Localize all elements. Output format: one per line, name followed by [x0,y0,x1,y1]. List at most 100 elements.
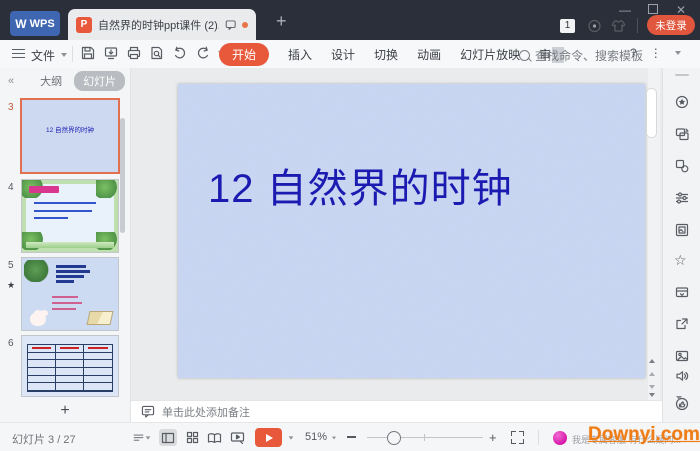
ribbon-tabs: 开始 插入 设计 切换 动画 幻灯片放映 审 [219,43,565,66]
maximize-icon [648,4,658,14]
assistant-icon[interactable] [553,431,567,445]
minimize-button[interactable]: — [614,2,636,18]
thumbnail-title-text: 12 自然界的时钟 [45,127,95,134]
fit-to-window-icon[interactable] [511,431,524,444]
collapse-ribbon-icon[interactable] [674,51,681,55]
tab-insert[interactable]: 插入 [288,46,312,63]
rail-collapse-chevron-icon[interactable] [676,396,682,418]
more-options-icon[interactable]: ⋮ [650,46,662,60]
slide-number: 3 [8,102,14,113]
tab-slides[interactable]: 幻灯片 [74,71,126,91]
play-icon [266,433,273,442]
ribbon-bar: 文件 开始 插入 设计 切换 动画 幻灯片放映 审 查找命令、搜索模板 ? ⋮ [0,40,700,69]
zoom-slider-midtick [424,434,425,441]
scroll-down-icon[interactable] [647,390,657,400]
reading-view-icon[interactable] [205,429,223,446]
shapes-icon[interactable] [674,158,690,174]
zoom-caret-icon[interactable] [331,436,337,440]
hamburger-menu-icon[interactable] [12,49,25,58]
file-caret-icon[interactable] [61,53,67,57]
undo-icon[interactable] [172,45,188,61]
right-toolbar: ☆ [662,68,700,422]
panel-header: « 大纲 幻灯片 [0,68,130,94]
help-button[interactable]: ? [630,46,637,60]
tab-transition[interactable]: 切换 [374,46,398,63]
slide-number: 5 [8,260,14,271]
notes-placeholder: 单击此处添加备注 [162,406,250,419]
tab-home[interactable]: 开始 [219,43,270,66]
slide-sorter-view-icon[interactable] [183,429,201,446]
notification-icon[interactable] [586,18,603,34]
zoom-slider-track[interactable] [367,437,483,438]
add-slide-button[interactable]: + [0,400,130,422]
template-badge-icon[interactable] [674,94,690,110]
audio-icon[interactable] [674,368,690,384]
material-box-icon[interactable] [674,284,690,300]
zoom-out-button[interactable] [347,436,356,438]
favorites-icon[interactable]: ☆ [674,252,687,268]
ribbon-right-controls: ? ⋮ [630,46,681,60]
background-icon[interactable] [674,222,690,238]
animation-star-icon: ★ [7,280,16,290]
slide-thumbnail-panel: « 大纲 幻灯片 3 12 自然界的时钟 4 5 ★ 6 + [0,68,131,422]
print-icon[interactable] [126,45,142,61]
zoom-slider-handle[interactable] [387,431,401,445]
new-tab-button[interactable]: + [276,12,287,30]
thumbnail-table [27,344,113,392]
slide-thumbnail-4[interactable] [22,180,118,252]
previous-slide-icon[interactable] [647,369,657,379]
tab-animation[interactable]: 动画 [417,46,441,63]
tab-outline[interactable]: 大纲 [40,73,62,89]
ribbon-separator [72,46,73,62]
wps-menu-button[interactable]: W WPS [10,11,60,36]
downyi-watermark: Downyi.com [588,424,700,445]
play-slideshow-button[interactable] [255,428,282,447]
slide-editor-area: 12 自然界的时钟 [131,68,662,400]
document-tab[interactable]: P 自然界的时钟ppt课件 (2).ppt [68,9,256,40]
tab-slideshow[interactable]: 幻灯片放映 [460,46,520,63]
rail-drag-handle[interactable] [675,74,689,76]
slide-counter: 幻灯片 3 / 27 [12,434,76,446]
main-scrollbar[interactable] [646,68,660,400]
normal-view-icon[interactable] [159,429,177,446]
notes-bubble-icon [141,405,155,418]
search-placeholder: 查找命令、搜索模板 [535,49,644,63]
message-count-badge[interactable]: 1 [560,19,575,33]
notes-toggle-icon[interactable] [133,429,151,446]
print-preview-icon[interactable] [149,45,165,61]
skin-theme-icon[interactable] [610,18,627,34]
export-icon[interactable] [103,45,119,61]
panel-scrollbar[interactable] [120,118,125,233]
wps-app-name: WPS [29,17,55,30]
unsaved-dot-icon [242,21,248,28]
titlebar: W WPS P 自然界的时钟ppt课件 (2).ppt + — ✕ 1 未登录 [0,0,700,40]
slide-layout-icon[interactable] [674,126,690,142]
slide-number: 6 [8,338,14,349]
tab-design[interactable]: 设计 [331,46,355,63]
command-search[interactable]: 查找命令、搜索模板 [519,47,643,64]
file-menu[interactable]: 文件 [31,47,55,64]
quick-access-toolbar [80,45,224,61]
play-options-caret-icon[interactable] [288,436,294,440]
login-button[interactable]: 未登录 [647,15,695,35]
slide-canvas[interactable]: 12 自然界的时钟 [178,84,645,378]
main-scrollbar-thumb[interactable] [646,88,657,138]
zoom-level[interactable]: 51% [305,431,327,443]
slide-thumbnail-5[interactable] [22,258,118,330]
slide-number: 4 [8,182,14,193]
picture-icon[interactable] [674,348,690,364]
notes-bar[interactable]: 单击此处添加备注 [131,400,662,422]
object-properties-icon[interactable] [674,190,690,206]
scroll-up-icon[interactable] [647,356,657,366]
comment-bubble-icon[interactable] [225,19,236,31]
collapse-panel-button[interactable]: « [8,75,14,87]
save-icon[interactable] [80,45,96,61]
slide-thumbnail-6[interactable] [22,336,118,396]
share-icon[interactable] [674,316,690,332]
slide-title-text[interactable]: 12 自然界的时钟 [208,156,513,214]
slide-thumbnail-3[interactable]: 12 自然界的时钟 [22,100,118,172]
redo-icon[interactable] [195,45,211,61]
slide-texture [178,84,645,378]
slideshow-from-current-icon[interactable] [228,429,246,446]
zoom-in-button[interactable]: + [489,431,497,444]
